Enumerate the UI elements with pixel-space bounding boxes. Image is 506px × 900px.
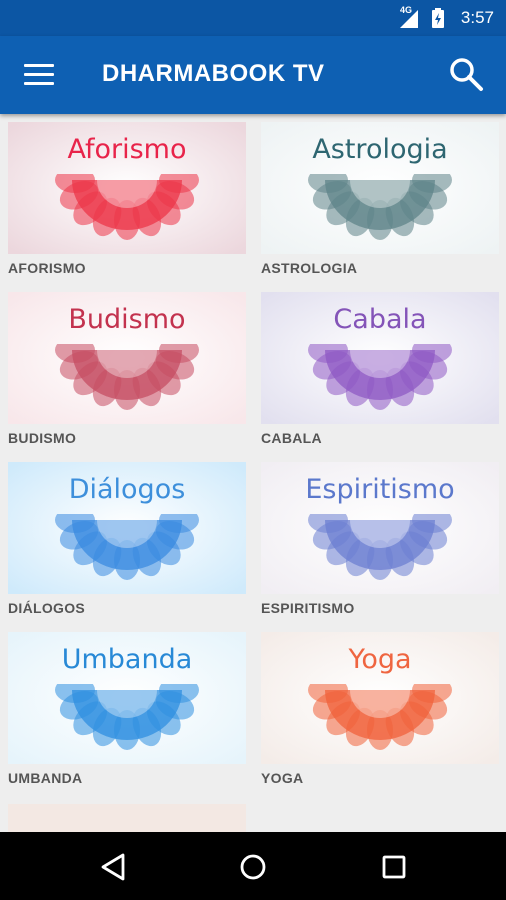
app-title: DHARMABOOK TV [102, 60, 325, 87]
mandala-illustration [55, 344, 199, 410]
battery-charging-icon [432, 8, 444, 28]
category-thumbnail: Umbanda [8, 632, 246, 764]
category-grid: Aforismo AFORISMO Astrologia ASTROLOGIA Budi… [0, 114, 506, 832]
category-label: UMBANDA [8, 770, 83, 786]
category-label: YOGA [261, 770, 304, 786]
category-card[interactable]: Yoga YOGA [261, 632, 499, 786]
category-card[interactable]: Espiritismo ESPIRITISMO [261, 462, 499, 616]
mandala-illustration [55, 684, 199, 750]
category-card[interactable]: Cabala CABALA [261, 292, 499, 446]
search-icon[interactable] [448, 56, 484, 92]
home-icon[interactable] [238, 852, 268, 882]
category-card[interactable]: Astrologia ASTROLOGIA [261, 122, 499, 276]
category-card-partial[interactable] [8, 804, 246, 832]
category-thumbnail: Diálogos [8, 462, 246, 594]
category-card[interactable]: Umbanda UMBANDA [8, 632, 246, 786]
mandala-illustration [308, 514, 452, 580]
mandala-illustration [308, 174, 452, 240]
category-thumbnail: Aforismo [8, 122, 246, 254]
app-bar: DHARMABOOK TV [0, 36, 506, 114]
category-label: BUDISMO [8, 430, 77, 446]
mandala-illustration [308, 684, 452, 750]
mandala-illustration [308, 344, 452, 410]
category-title-art: Astrologia [312, 134, 448, 165]
menu-icon[interactable] [24, 64, 54, 86]
category-thumbnail: Astrologia [261, 122, 499, 254]
category-title-art: Budismo [68, 304, 186, 335]
back-icon[interactable] [99, 852, 129, 882]
signal-icon [400, 10, 418, 28]
category-title-art: Aforismo [67, 134, 187, 165]
category-thumbnail: Cabala [261, 292, 499, 424]
navigation-bar [0, 832, 506, 900]
category-title-art: Espiritismo [305, 474, 455, 505]
category-thumbnail: Espiritismo [261, 462, 499, 594]
category-label: DIÁLOGOS [8, 600, 86, 616]
category-title-art: Cabala [333, 304, 427, 335]
category-thumbnail: Yoga [261, 632, 499, 764]
category-card[interactable]: Budismo BUDISMO [8, 292, 246, 446]
clock: 3:57 [460, 8, 494, 27]
category-label: ESPIRITISMO [261, 600, 355, 616]
recents-icon[interactable] [379, 852, 409, 882]
mandala-illustration [55, 174, 199, 240]
category-label: AFORISMO [8, 260, 86, 276]
category-title-art: Umbanda [61, 644, 193, 675]
category-title-art: Diálogos [68, 474, 186, 505]
category-card[interactable]: Diálogos DIÁLOGOS [8, 462, 246, 616]
status-bar: 4G 3:57 [0, 0, 506, 36]
mandala-illustration [55, 514, 199, 580]
category-thumbnail: Budismo [8, 292, 246, 424]
category-label: CABALA [261, 430, 322, 446]
category-label: ASTROLOGIA [261, 260, 358, 276]
category-title-art: Yoga [348, 644, 412, 675]
category-card[interactable]: Aforismo AFORISMO [8, 122, 246, 276]
